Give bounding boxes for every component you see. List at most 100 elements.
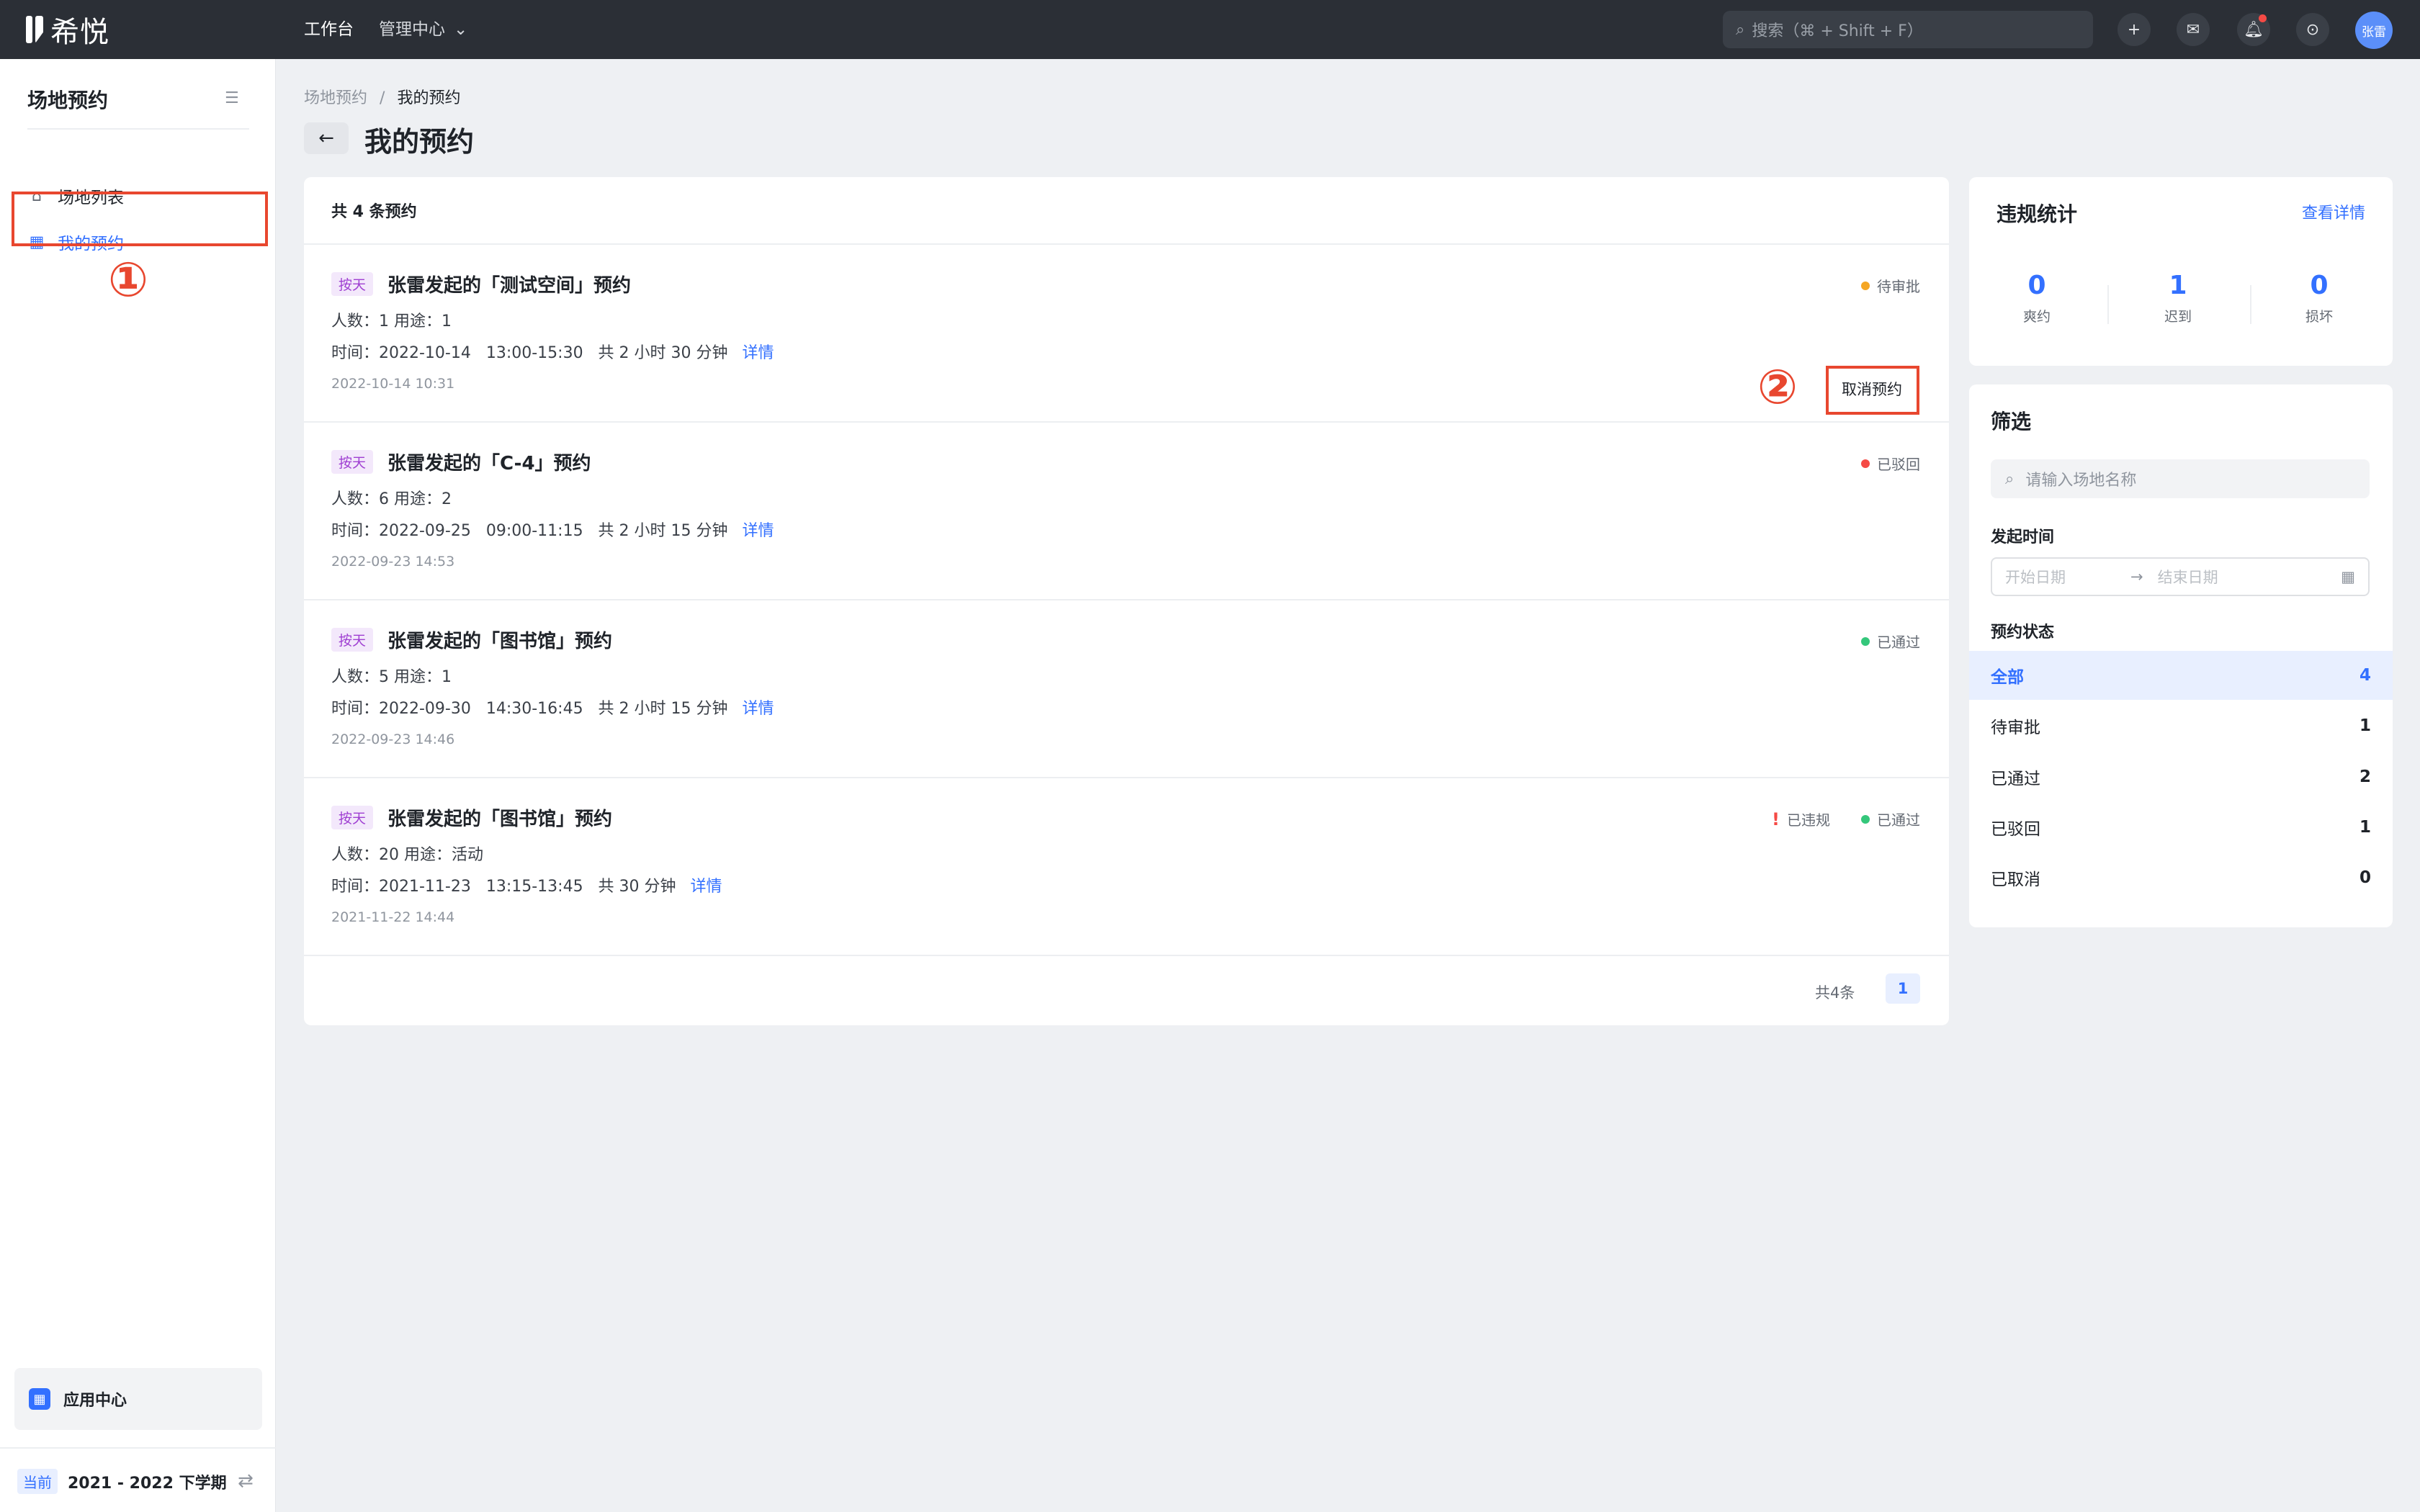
reservation-row: 按天 张雷发起的「图书馆」预约 已通过 人数：5 用途：1 时间：2022-09…	[304, 600, 1949, 778]
switch-term-icon[interactable]: ⇄	[238, 1470, 254, 1492]
status-text: 已通过	[1877, 811, 1920, 829]
app-center-label: 应用中心	[63, 1392, 127, 1410]
status-dot	[1861, 814, 1870, 824]
detail-link[interactable]: 详情	[743, 344, 774, 362]
status-option-rejected[interactable]: 已驳回 1	[1969, 803, 2393, 852]
calendar-icon: ▦	[2341, 568, 2355, 585]
collapse-sidebar-icon[interactable]: ☰	[225, 89, 239, 107]
breadcrumb-current: 我的预约	[397, 89, 461, 107]
nav-workbench[interactable]: 工作台	[304, 16, 354, 43]
reservation-created-at: 2022-09-23 14:53	[331, 554, 455, 570]
status-option-all[interactable]: 全部 4	[1969, 651, 2393, 700]
stat-divider	[2250, 285, 2251, 324]
term-label: 2021 - 2022 下学期	[68, 1474, 227, 1493]
term-selector[interactable]: 当前 2021 - 2022 下学期	[17, 1469, 227, 1494]
breadcrumb-root[interactable]: 场地预约	[304, 89, 367, 107]
status-badge: 已通过	[1861, 631, 1920, 652]
reservation-time-text: 时间：2021-11-23 13:15-13:45 共 30 分钟	[331, 878, 676, 896]
logo-icon	[26, 16, 43, 43]
reservation-time: 时间：2022-09-25 09:00-11:15 共 2 小时 15 分钟 详情	[331, 518, 774, 541]
start-date-placeholder: 开始日期	[2005, 569, 2066, 586]
reservation-row: 按天 张雷发起的「测试空间」预约 待审批 人数：1 用途：1 时间：2022-1…	[304, 245, 1949, 423]
reservation-time: 时间：2022-10-14 13:00-15:30 共 2 小时 30 分钟 详情	[331, 340, 774, 363]
annotation-box-1	[12, 192, 268, 246]
status-text: 已驳回	[1877, 456, 1920, 473]
reservation-meta: 人数：5 用途：1	[331, 668, 452, 686]
page-title: 我的预约	[364, 126, 475, 158]
pagination-total: 共4条	[1815, 984, 1855, 1002]
view-details-link[interactable]: 查看详情	[2302, 200, 2365, 223]
reservation-row: 按天 张雷发起的「C-4」预约 已驳回 人数：6 用途：2 时间：2022-09…	[304, 423, 1949, 600]
status-badge: 待审批	[1861, 275, 1920, 296]
sidebar-bottom-divider	[0, 1447, 276, 1449]
filter-card: 筛选 ⌕ 请输入场地名称 发起时间 开始日期 → 结束日期 ▦ 预约状态 全部 …	[1969, 384, 2393, 927]
add-icon[interactable]: +	[2118, 13, 2151, 46]
stat-label: 爽约	[2022, 309, 2051, 325]
message-icon[interactable]: ✉	[2177, 13, 2210, 46]
status-option-label: 待审批	[1991, 719, 2040, 737]
nav-admin-center[interactable]: 管理中心 ⌄	[379, 16, 467, 43]
app-logo[interactable]: 希悦	[26, 13, 109, 49]
status-option-label: 已驳回	[1991, 820, 2040, 839]
detail-link[interactable]: 详情	[743, 700, 774, 718]
annotation-label-1: ①	[108, 252, 148, 307]
violation-text: 已违规	[1786, 811, 1830, 829]
user-avatar[interactable]: 张雷	[2355, 12, 2393, 49]
detail-link[interactable]: 详情	[743, 522, 774, 540]
stat-label: 迟到	[2164, 309, 2192, 325]
reservation-time: 时间：2021-11-23 13:15-13:45 共 30 分钟 详情	[331, 873, 722, 896]
reservation-meta: 人数：1 用途：1	[331, 312, 452, 330]
reservation-created-at: 2022-10-14 10:31	[331, 376, 455, 392]
search-icon: ⌕	[1736, 20, 1745, 39]
status-option-count: 1	[2359, 818, 2371, 837]
annotation-label-2: ②	[1757, 359, 1798, 415]
status-badge: 已通过	[1861, 809, 1920, 829]
back-button[interactable]: ←	[304, 122, 349, 154]
stat-value: 1	[2169, 271, 2187, 300]
top-bar: 希悦 工作台 管理中心 ⌄ ⌕ 搜索（⌘ + Shift + F） + ✉ 🔔︎…	[0, 0, 2420, 59]
status-option-cancelled[interactable]: 已取消 0	[1969, 853, 2393, 902]
status-option-pending[interactable]: 待审批 1	[1969, 701, 2393, 750]
filter-title: 筛选	[1991, 410, 2032, 433]
status-option-label: 已取消	[1991, 870, 2040, 889]
stat-damage: 0 损坏	[2276, 271, 2362, 325]
global-search-input[interactable]: ⌕ 搜索（⌘ + Shift + F）	[1723, 11, 2093, 48]
reservation-type-tag: 按天	[331, 806, 374, 829]
help-icon[interactable]: ⊙	[2296, 13, 2329, 46]
status-option-approved[interactable]: 已通过 2	[1969, 752, 2393, 801]
reservation-title: 张雷发起的「测试空间」预约	[387, 275, 632, 297]
global-search-placeholder: 搜索（⌘ + Shift + F）	[1752, 22, 1923, 40]
reservation-meta: 人数：6 用途：2	[331, 490, 452, 508]
date-range-picker[interactable]: 开始日期 → 结束日期 ▦	[1991, 557, 2370, 596]
reservation-meta: 人数：20 用途：活动	[331, 846, 483, 864]
breadcrumb-separator: /	[380, 89, 385, 107]
detail-link[interactable]: 详情	[691, 878, 722, 896]
reservation-time: 时间：2022-09-30 14:30-16:45 共 2 小时 15 分钟 详情	[331, 696, 774, 719]
status-option-count: 2	[2359, 768, 2371, 786]
reservation-time-text: 时间：2022-10-14 13:00-15:30 共 2 小时 30 分钟	[331, 344, 728, 362]
venue-search-input[interactable]: ⌕ 请输入场地名称	[1991, 459, 2370, 498]
reservation-title: 张雷发起的「图书馆」预约	[387, 809, 613, 830]
reservation-created-at: 2022-09-23 14:46	[331, 732, 455, 747]
pagination-page-1[interactable]: 1	[1886, 973, 1920, 1004]
notification-dot	[2259, 14, 2267, 22]
reservation-type-tag: 按天	[331, 272, 374, 296]
bell-icon[interactable]: 🔔︎	[2237, 13, 2270, 46]
status-option-count: 1	[2359, 716, 2371, 735]
stat-late: 1 迟到	[2135, 271, 2221, 325]
reservation-time-text: 时间：2022-09-30 14:30-16:45 共 2 小时 15 分钟	[331, 700, 728, 718]
end-date-placeholder: 结束日期	[2157, 569, 2218, 586]
status-dot	[1861, 281, 1870, 290]
app-center-button[interactable]: ▦ 应用中心	[14, 1368, 262, 1430]
reservation-title: 张雷发起的「图书馆」预约	[387, 631, 613, 652]
venue-search-placeholder: 请输入场地名称	[2025, 472, 2137, 490]
status-dot	[1861, 636, 1870, 646]
chevron-down-icon: ⌄	[454, 20, 468, 39]
reservation-time-text: 时间：2022-09-25 09:00-11:15 共 2 小时 15 分钟	[331, 522, 728, 540]
reservation-count: 共 4 条预约	[331, 203, 417, 221]
logo-text: 希悦	[50, 16, 109, 49]
term-current-badge: 当前	[17, 1469, 58, 1494]
violation-stats-title: 违规统计	[1996, 202, 2078, 226]
breadcrumb: 场地预约 / 我的预约	[304, 85, 460, 108]
grid-icon: ▦	[29, 1388, 50, 1410]
